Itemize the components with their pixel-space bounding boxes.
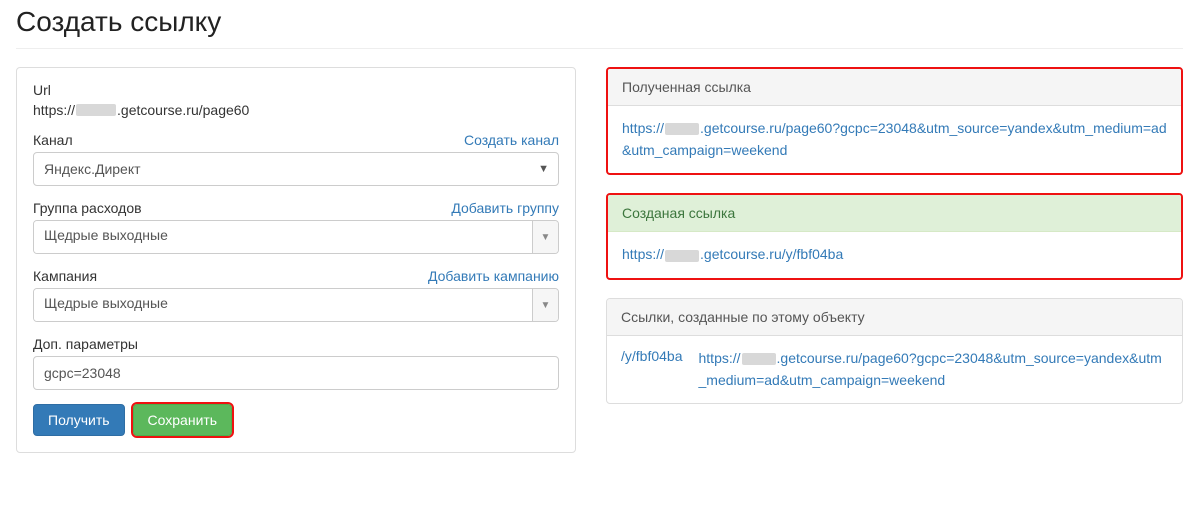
campaign-select-value: Щедрые выходные — [34, 289, 532, 321]
received-link-title: Полученная ссылка — [608, 69, 1181, 106]
campaign-label: Кампания — [33, 268, 97, 284]
created-link-card: Созданая ссылка https://.getcourse.ru/y/… — [606, 193, 1183, 280]
create-link-form-panel: Url https:// .getcourse.ru/page60 Канал С… — [16, 67, 576, 453]
group-label: Группа расходов — [33, 200, 142, 216]
created-link-title: Созданая ссылка — [608, 195, 1181, 232]
extra-params-input[interactable] — [33, 356, 559, 390]
save-button[interactable]: Сохранить — [133, 404, 233, 436]
object-link-short[interactable]: /y/fbf04ba — [621, 348, 683, 391]
received-link[interactable]: https://.getcourse.ru/page60?gcpc=23048&… — [622, 120, 1167, 158]
channel-select[interactable]: Яндекс.Директ — [33, 152, 559, 186]
obscured-domain — [665, 250, 699, 262]
url-suffix: .getcourse.ru/page60 — [117, 102, 249, 118]
get-button[interactable]: Получить — [33, 404, 125, 436]
obscured-domain — [742, 353, 776, 365]
create-channel-link[interactable]: Создать канал — [464, 132, 559, 148]
url-prefix: https:// — [33, 102, 75, 118]
url-input[interactable]: https:// .getcourse.ru/page60 — [33, 102, 559, 118]
object-link-full[interactable]: https://.getcourse.ru/page60?gcpc=23048&… — [699, 348, 1169, 391]
group-select-value: Щедрые выходные — [34, 221, 532, 253]
page-title: Создать ссылку — [16, 0, 1183, 49]
add-campaign-link[interactable]: Добавить кампанию — [428, 268, 559, 284]
chevron-down-icon[interactable]: ▼ — [532, 221, 558, 253]
object-links-card: Ссылки, созданные по этому объекту /y/fb… — [606, 298, 1183, 404]
group-select[interactable]: Щедрые выходные ▼ — [33, 220, 559, 254]
created-link[interactable]: https://.getcourse.ru/y/fbf04ba — [622, 246, 843, 262]
channel-label: Канал — [33, 132, 73, 148]
obscured-domain — [76, 104, 116, 116]
campaign-select[interactable]: Щедрые выходные ▼ — [33, 288, 559, 322]
obscured-domain — [665, 123, 699, 135]
extra-params-label: Доп. параметры — [33, 336, 138, 352]
url-label: Url — [33, 82, 51, 98]
add-group-link[interactable]: Добавить группу — [451, 200, 559, 216]
received-link-card: Полученная ссылка https://.getcourse.ru/… — [606, 67, 1183, 175]
object-links-title: Ссылки, созданные по этому объекту — [607, 299, 1182, 336]
chevron-down-icon[interactable]: ▼ — [532, 289, 558, 321]
